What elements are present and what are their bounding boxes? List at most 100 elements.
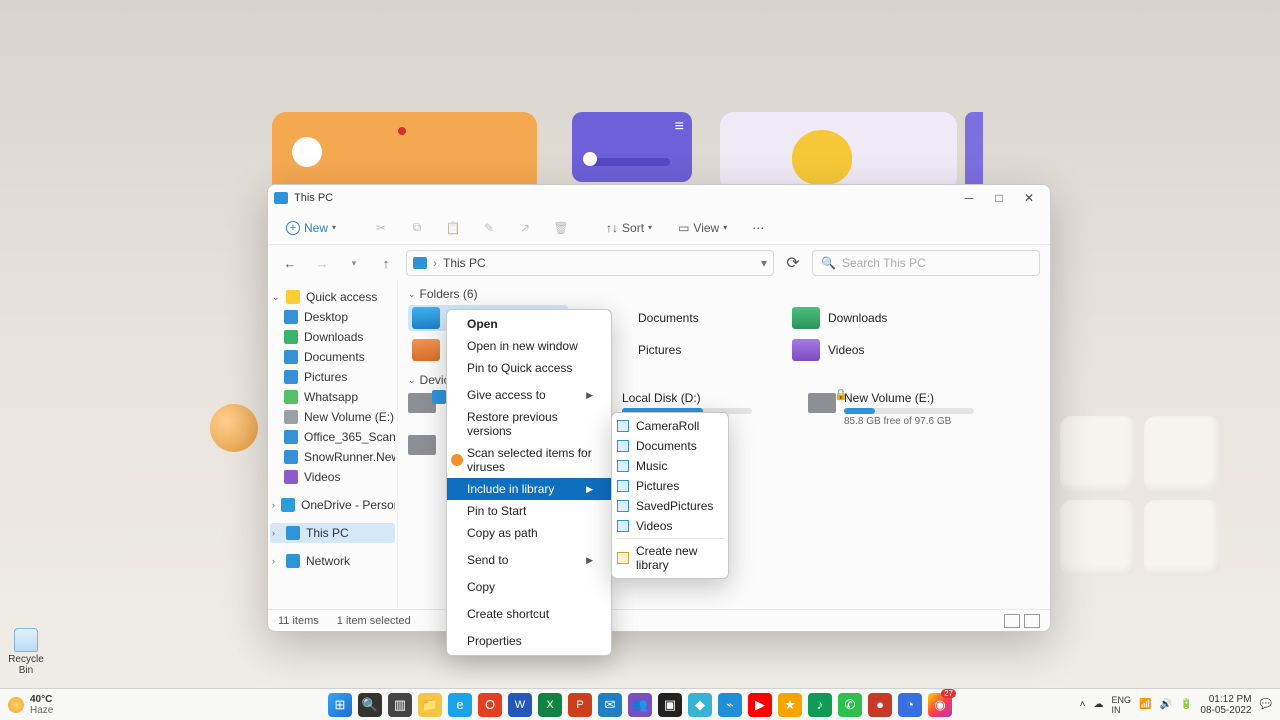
tray-language[interactable]: ENGIN [1112, 695, 1132, 715]
folder-videos[interactable]: Videos [788, 337, 948, 363]
menu-properties[interactable]: Properties [447, 630, 611, 652]
taskbar-app3[interactable]: ● [868, 693, 892, 717]
tray-wifi-icon[interactable]: 📶 [1139, 699, 1151, 710]
view-large-button[interactable] [1024, 614, 1040, 628]
delete-icon[interactable]: 🗑 [550, 217, 572, 239]
folder-pictures[interactable]: Pictures [598, 337, 758, 363]
sidebar-item-videos[interactable]: Videos [270, 467, 395, 487]
titlebar[interactable]: This PC ─ □ ✕ [268, 185, 1050, 211]
taskbar-excel[interactable]: X [538, 693, 562, 717]
status-item-count: 11 items [278, 615, 319, 627]
menu-copy[interactable]: Copy [447, 576, 611, 598]
tray-chevron-icon[interactable]: ˄ [1080, 699, 1086, 710]
copy-icon[interactable]: ⧉ [406, 217, 428, 239]
folder-documents[interactable]: Documents [598, 305, 758, 331]
taskbar-spotify[interactable]: ♪ [808, 693, 832, 717]
taskbar-youtube[interactable]: ▶ [748, 693, 772, 717]
taskbar-whatsapp[interactable]: ✆ [838, 693, 862, 717]
sidebar-network[interactable]: ›Network [270, 551, 395, 571]
window-title: This PC [294, 192, 333, 204]
nav-forward-button[interactable]: → [310, 251, 334, 275]
view-details-button[interactable] [1004, 614, 1020, 628]
sidebar-quick-access[interactable]: ⌄Quick access [270, 287, 395, 307]
submenu-create-new-library[interactable]: Create new library [612, 541, 728, 575]
view-button[interactable]: ▭View▾ [672, 218, 733, 238]
tray-clock[interactable]: 01:12 PM 08-05-2022 [1200, 694, 1251, 716]
taskbar-office[interactable]: O [478, 693, 502, 717]
section-folders-header[interactable]: ⌄Folders (6) [408, 287, 1040, 301]
tray-notifications-icon[interactable]: 💬 [1260, 699, 1272, 710]
close-button[interactable]: ✕ [1014, 185, 1044, 211]
menu-give-access-to[interactable]: Give access to▶ [447, 384, 611, 406]
menu-pin-quick-access[interactable]: Pin to Quick access [447, 357, 611, 379]
menu-copy-as-path[interactable]: Copy as path [447, 522, 611, 544]
taskbar-outlook[interactable]: ✉ [598, 693, 622, 717]
sidebar-item-documents[interactable]: Documents [270, 347, 395, 367]
drive-new-volume-e[interactable]: New Volume (E:) 85.8 GB free of 97.6 GB [808, 391, 978, 427]
taskbar-word[interactable]: W [508, 693, 532, 717]
submenu-pictures[interactable]: Pictures [612, 476, 728, 496]
menu-open-new-window[interactable]: Open in new window [447, 335, 611, 357]
taskbar-weather[interactable]: 40°C Haze [0, 694, 61, 716]
taskbar-search[interactable]: 🔍 [358, 693, 382, 717]
nav-up-button[interactable]: ↑ [374, 251, 398, 275]
menu-restore-previous[interactable]: Restore previous versions [447, 406, 611, 442]
share-icon[interactable]: ↗ [514, 217, 536, 239]
taskbar-edge[interactable]: e [448, 693, 472, 717]
taskbar-app[interactable]: ◆ [688, 693, 712, 717]
minimize-button[interactable]: ─ [954, 185, 984, 211]
sidebar-label: Quick access [306, 290, 377, 304]
taskbar-terminal[interactable]: ▣ [658, 693, 682, 717]
sort-button[interactable]: ↑↓Sort▾ [600, 218, 658, 238]
taskbar-app2[interactable]: ★ [778, 693, 802, 717]
submenu-music[interactable]: Music [612, 456, 728, 476]
tray-volume-icon[interactable]: 🔊 [1159, 699, 1171, 710]
tray-onedrive-icon[interactable]: ☁ [1094, 699, 1104, 710]
folder-downloads[interactable]: Downloads [788, 305, 948, 331]
submenu-videos[interactable]: Videos [612, 516, 728, 536]
more-button[interactable]: ⋯ [747, 217, 769, 239]
sidebar-item-office[interactable]: Office_365_Scan 04-15-20 [270, 427, 395, 447]
new-button[interactable]: + New ▾ [280, 218, 342, 238]
taskbar-app4[interactable]: ◔ [898, 693, 922, 717]
submenu-camera-roll[interactable]: CameraRoll [612, 416, 728, 436]
menu-scan-viruses[interactable]: Scan selected items for viruses [447, 442, 611, 478]
sidebar-item-snowrunner[interactable]: SnowRunner.New.Frontie [270, 447, 395, 467]
sidebar-item-volume-e[interactable]: New Volume (E:) [270, 407, 395, 427]
refresh-button[interactable]: ⟳ [782, 252, 804, 274]
sidebar-onedrive[interactable]: ›OneDrive - Personal [270, 495, 395, 515]
taskbar-powerpoint[interactable]: P [568, 693, 592, 717]
tray-battery-icon[interactable]: 🔋 [1180, 699, 1192, 710]
sidebar-item-desktop[interactable]: Desktop [270, 307, 395, 327]
cut-icon[interactable]: ✂ [370, 217, 392, 239]
taskbar-app5[interactable]: 27◉ [928, 693, 952, 717]
rename-icon[interactable]: ✎ [478, 217, 500, 239]
address-bar[interactable]: › This PC ▾ [406, 250, 774, 276]
menu-include-in-library[interactable]: Include in library▶ [447, 478, 611, 500]
desktop-recycle-bin[interactable]: Recycle Bin [6, 628, 46, 676]
menu-open[interactable]: Open [447, 313, 611, 335]
nav-recent-button[interactable]: ▾ [342, 251, 366, 275]
submenu-saved-pictures[interactable]: SavedPictures [612, 496, 728, 516]
submenu-documents[interactable]: Documents [612, 436, 728, 456]
maximize-button[interactable]: □ [984, 185, 1014, 211]
weather-condition: Haze [30, 705, 53, 716]
sidebar-item-downloads[interactable]: Downloads [270, 327, 395, 347]
sidebar-this-pc[interactable]: ›This PC [270, 523, 395, 543]
sidebar-item-pictures[interactable]: Pictures [270, 367, 395, 387]
search-input[interactable]: 🔍 Search This PC [812, 250, 1040, 276]
taskbar-taskview[interactable]: ▥ [388, 693, 412, 717]
paste-icon[interactable]: 📋 [442, 217, 464, 239]
taskbar-teams[interactable]: 👥 [628, 693, 652, 717]
taskbar-vscode[interactable]: ⌁ [718, 693, 742, 717]
menu-pin-start[interactable]: Pin to Start [447, 500, 611, 522]
start-button[interactable]: ⊞ [328, 693, 352, 717]
nav-back-button[interactable]: ← [278, 251, 302, 275]
menu-send-to[interactable]: Send to▶ [447, 549, 611, 571]
taskbar-explorer[interactable]: 📁 [418, 693, 442, 717]
menu-create-shortcut[interactable]: Create shortcut [447, 603, 611, 625]
menu-label: Copy as path [467, 526, 538, 540]
sidebar-label: Network [306, 554, 350, 568]
chevron-down-icon[interactable]: ▾ [761, 256, 767, 270]
sidebar-item-whatsapp[interactable]: Whatsapp [270, 387, 395, 407]
